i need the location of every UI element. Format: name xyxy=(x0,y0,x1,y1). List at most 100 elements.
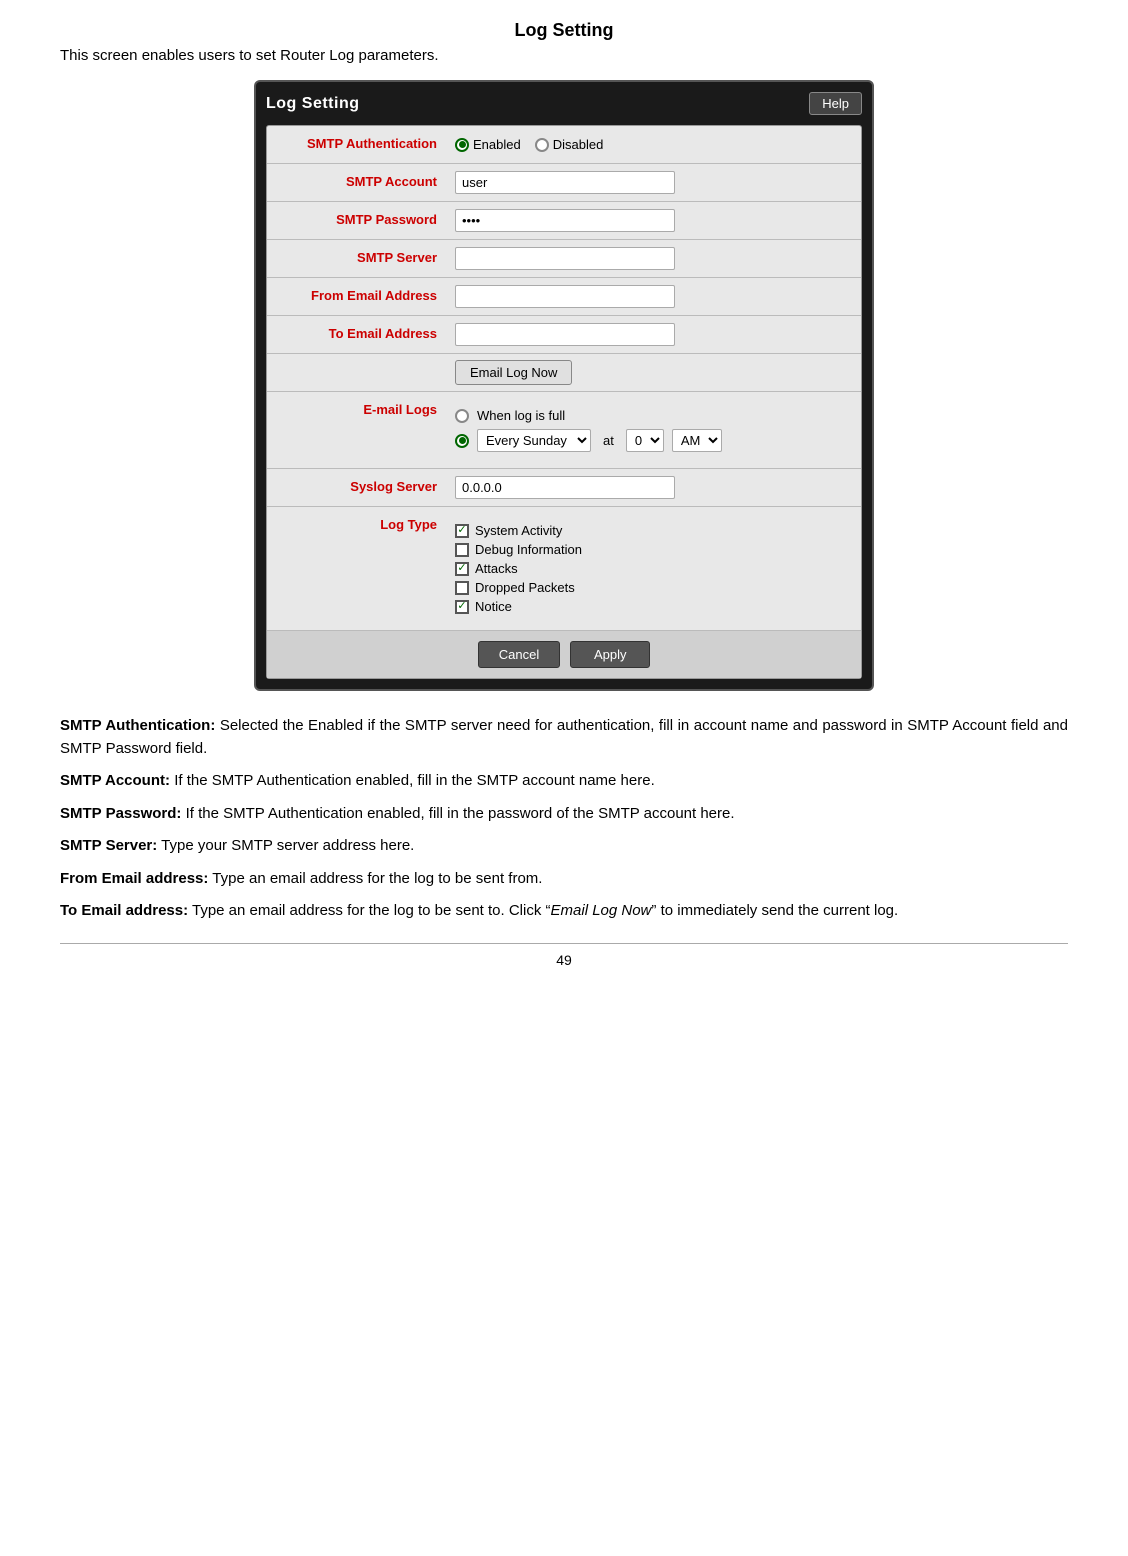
button-row: Cancel Apply xyxy=(267,631,861,678)
desc-from-email-bold: From Email address: xyxy=(60,870,208,887)
notice-checkbox[interactable] xyxy=(455,600,469,614)
email-log-now-control: Email Log Now xyxy=(447,356,861,389)
when-log-full-row: When log is full xyxy=(455,408,853,423)
cancel-button[interactable]: Cancel xyxy=(478,641,560,668)
desc-smtp-auth: SMTP Authentication: Selected the Enable… xyxy=(60,715,1068,760)
footer-page-number: 49 xyxy=(60,952,1068,968)
smtp-auth-label: SMTP Authentication xyxy=(267,132,447,157)
smtp-account-input[interactable] xyxy=(455,171,675,194)
email-log-now-row: Email Log Now xyxy=(267,354,861,392)
when-log-full-radio[interactable] xyxy=(455,409,469,423)
desc-smtp-password: SMTP Password: If the SMTP Authenticatio… xyxy=(60,803,1068,826)
smtp-password-input[interactable] xyxy=(455,209,675,232)
notice-label: Notice xyxy=(475,599,512,614)
desc-from-email-text: Type an email address for the log to be … xyxy=(212,870,542,887)
panel-wrapper: Log Setting Help SMTP Authentication Ena… xyxy=(60,80,1068,691)
desc-smtp-account-bold: SMTP Account: xyxy=(60,772,170,789)
schedule-radio[interactable] xyxy=(455,434,469,448)
panel-title: Log Setting xyxy=(266,95,359,113)
at-label: at xyxy=(603,433,614,448)
panel-body: SMTP Authentication Enabled Disabled xyxy=(266,125,862,679)
log-type-debug-info[interactable]: Debug Information xyxy=(455,542,853,557)
system-activity-checkbox[interactable] xyxy=(455,524,469,538)
log-type-attacks[interactable]: Attacks xyxy=(455,561,853,576)
desc-smtp-account: SMTP Account: If the SMTP Authentication… xyxy=(60,770,1068,793)
smtp-password-label: SMTP Password xyxy=(267,208,447,233)
smtp-auth-disabled-radio[interactable] xyxy=(535,138,549,152)
dropped-packets-label: Dropped Packets xyxy=(475,580,575,595)
desc-to-email: To Email address: Type an email address … xyxy=(60,900,1068,923)
smtp-server-control xyxy=(447,243,861,274)
help-button[interactable]: Help xyxy=(809,92,862,115)
desc-smtp-password-bold: SMTP Password: xyxy=(60,805,181,822)
syslog-server-input[interactable] xyxy=(455,476,675,499)
smtp-auth-radio-group: Enabled Disabled xyxy=(455,137,853,152)
panel-header: Log Setting Help xyxy=(266,92,862,115)
smtp-account-control xyxy=(447,167,861,198)
schedule-row: Every Sunday Every Monday Every Day at 0… xyxy=(455,429,853,452)
hour-select[interactable]: 0 1 2 xyxy=(626,429,664,452)
page-intro: This screen enables users to set Router … xyxy=(60,47,1068,64)
smtp-auth-disabled-text: Disabled xyxy=(553,137,604,152)
log-type-label: Log Type xyxy=(267,513,447,538)
log-setting-panel: Log Setting Help SMTP Authentication Ena… xyxy=(254,80,874,691)
from-email-input[interactable] xyxy=(455,285,675,308)
desc-to-email-bold: To Email address: xyxy=(60,902,188,919)
smtp-auth-enabled-label[interactable]: Enabled xyxy=(455,137,521,152)
log-type-dropped-packets[interactable]: Dropped Packets xyxy=(455,580,853,595)
description-section: SMTP Authentication: Selected the Enable… xyxy=(60,715,1068,923)
system-activity-label: System Activity xyxy=(475,523,562,538)
email-log-now-button[interactable]: Email Log Now xyxy=(455,360,572,385)
smtp-account-label: SMTP Account xyxy=(267,170,447,195)
smtp-account-row: SMTP Account xyxy=(267,164,861,202)
log-type-checkbox-group: System Activity Debug Information Attack… xyxy=(455,517,853,620)
apply-button[interactable]: Apply xyxy=(570,641,650,668)
syslog-server-control xyxy=(447,472,861,503)
to-email-label: To Email Address xyxy=(267,322,447,347)
footer-divider xyxy=(60,943,1068,944)
syslog-server-row: Syslog Server xyxy=(267,469,861,507)
smtp-auth-enabled-radio[interactable] xyxy=(455,138,469,152)
from-email-row: From Email Address xyxy=(267,278,861,316)
debug-info-label: Debug Information xyxy=(475,542,582,557)
email-logs-section: When log is full Every Sunday Every Mond… xyxy=(455,402,853,458)
ampm-select[interactable]: AM PM xyxy=(672,429,722,452)
smtp-password-control xyxy=(447,205,861,236)
desc-smtp-server-bold: SMTP Server: xyxy=(60,837,157,854)
log-type-control: System Activity Debug Information Attack… xyxy=(447,513,861,624)
schedule-select[interactable]: Every Sunday Every Monday Every Day xyxy=(477,429,591,452)
email-logs-control: When log is full Every Sunday Every Mond… xyxy=(447,398,861,462)
when-log-full-text: When log is full xyxy=(477,408,565,423)
syslog-server-label: Syslog Server xyxy=(267,475,447,500)
attacks-checkbox[interactable] xyxy=(455,562,469,576)
desc-smtp-password-text: If the SMTP Authentication enabled, fill… xyxy=(186,805,735,822)
desc-from-email: From Email address: Type an email addres… xyxy=(60,868,1068,891)
log-type-row: Log Type System Activity Debug Informati… xyxy=(267,507,861,631)
log-type-notice[interactable]: Notice xyxy=(455,599,853,614)
from-email-control xyxy=(447,281,861,312)
desc-smtp-account-text: If the SMTP Authentication enabled, fill… xyxy=(174,772,655,789)
desc-smtp-auth-bold: SMTP Authentication: xyxy=(60,717,215,734)
to-email-input[interactable] xyxy=(455,323,675,346)
debug-info-checkbox[interactable] xyxy=(455,543,469,557)
attacks-label: Attacks xyxy=(475,561,518,576)
log-type-system-activity[interactable]: System Activity xyxy=(455,523,853,538)
smtp-server-input[interactable] xyxy=(455,247,675,270)
smtp-auth-enabled-text: Enabled xyxy=(473,137,521,152)
page-title: Log Setting xyxy=(60,20,1068,41)
to-email-control xyxy=(447,319,861,350)
dropped-packets-checkbox[interactable] xyxy=(455,581,469,595)
email-log-now-spacer xyxy=(267,369,447,377)
email-logs-row: E-mail Logs When log is full Every Sunda… xyxy=(267,392,861,469)
smtp-auth-control: Enabled Disabled xyxy=(447,133,861,156)
smtp-server-label: SMTP Server xyxy=(267,246,447,271)
email-logs-label: E-mail Logs xyxy=(267,398,447,423)
smtp-auth-disabled-label[interactable]: Disabled xyxy=(535,137,604,152)
desc-smtp-server-text: Type your SMTP server address here. xyxy=(161,837,414,854)
desc-smtp-server: SMTP Server: Type your SMTP server addre… xyxy=(60,835,1068,858)
from-email-label: From Email Address xyxy=(267,284,447,309)
smtp-server-row: SMTP Server xyxy=(267,240,861,278)
smtp-password-row: SMTP Password xyxy=(267,202,861,240)
smtp-auth-row: SMTP Authentication Enabled Disabled xyxy=(267,126,861,164)
desc-to-email-text: Type an email address for the log to be … xyxy=(192,902,898,919)
